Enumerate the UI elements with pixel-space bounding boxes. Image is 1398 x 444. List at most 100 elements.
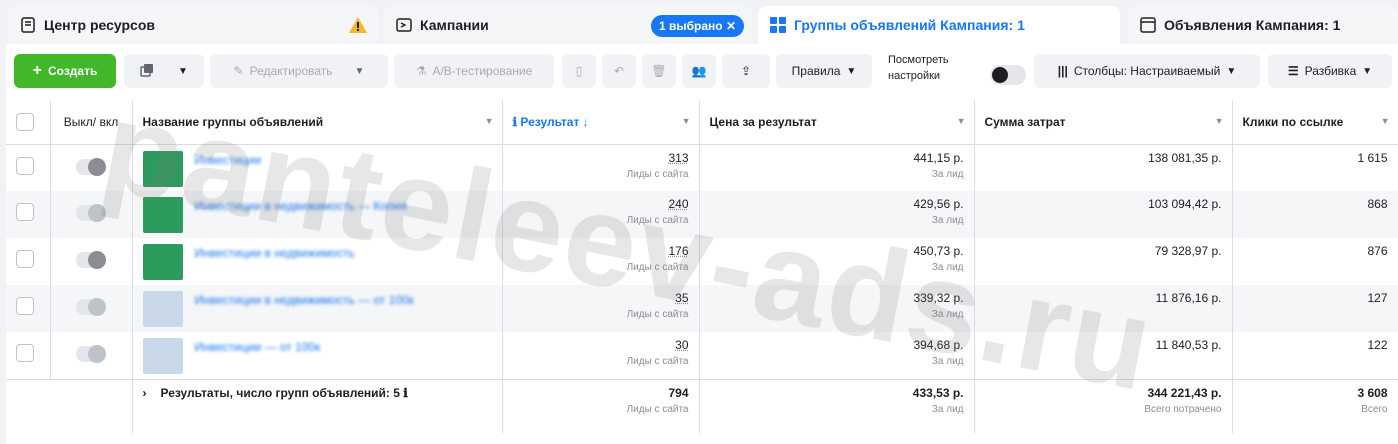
total-result-sub: Лиды с сайта [626, 403, 689, 415]
chevron-down-icon: ▼ [1226, 65, 1237, 77]
row-clicks-cell: 868 [1232, 191, 1398, 238]
row-toggle[interactable] [76, 204, 106, 222]
spend-header[interactable]: Сумма затрат ▼ [974, 100, 1233, 145]
total-clicks-cell: 3 608 Всего [1232, 378, 1398, 433]
tab-campaigns[interactable]: Кампании 1 выбрано ✕ [384, 6, 752, 44]
columns-button[interactable]: ||| Столбцы: Настраиваемый ▼ [1034, 54, 1260, 88]
cpr-header[interactable]: Цена за результат ▼ [699, 100, 975, 145]
result-sub: Лиды с сайта [626, 262, 689, 273]
spend-value: 138 081,35 р. [1148, 150, 1222, 165]
cpr-sub: За лид [931, 168, 964, 180]
select-all-checkbox[interactable] [16, 112, 34, 131]
row-toggle[interactable] [76, 345, 106, 363]
table-row[interactable]: Инвестиции в недвижимость — от 100к 35 Ли… [6, 285, 1398, 332]
select-all-header[interactable] [6, 100, 51, 145]
chevron-right-icon[interactable]: › [143, 386, 147, 400]
row-checkbox[interactable] [16, 344, 34, 362]
result-value: 176 [668, 244, 689, 258]
row-checkbox[interactable] [16, 297, 34, 315]
preview-button[interactable]: ▯ [562, 54, 596, 88]
plus-icon: + [32, 62, 42, 79]
table-row[interactable]: Инвестиции в недвижимость — Копия 240 Лид… [6, 191, 1398, 238]
cpr-sub: За лид [931, 356, 964, 367]
breakdown-icon: ☰ [1287, 64, 1299, 78]
table-row[interactable]: Инвестиции — от 100к 30 Лиды с сайта 394,… [6, 332, 1398, 379]
cpr-value: 339,32 р. [913, 291, 964, 305]
breakdown-label: Разбивка [1304, 64, 1357, 78]
row-checkbox[interactable] [16, 156, 34, 175]
audience-button[interactable]: 👥 [682, 54, 716, 88]
total-clicks-sub: Всего [1361, 403, 1388, 415]
row-toggle-cell [50, 191, 133, 238]
export-button[interactable]: ⇪ [722, 54, 770, 88]
total-label: Результаты, число групп объявлений: 5 [160, 385, 400, 400]
clicks-header[interactable]: Клики по ссылке ▼ [1232, 100, 1398, 145]
row-toggle-cell [50, 238, 133, 285]
toolbar: + Создать ▼ ✎ Редактировать ▼ ⚗ A/B-тест… [6, 44, 1398, 100]
row-cpr-cell: 441,15 р. За лид [699, 144, 975, 191]
row-result-cell: 313 Лиды с сайта [502, 144, 700, 191]
row-name-cell: Инвестиции в недвижимость [132, 238, 503, 285]
row-result-cell: 176 Лиды с сайта [502, 238, 700, 285]
result-sub: Лиды с сайта [626, 215, 689, 226]
undo-button[interactable]: ↶ [602, 54, 636, 88]
warning-icon[interactable] [348, 16, 368, 34]
row-toggle[interactable] [76, 298, 106, 316]
total-cpr-sub: За лид [931, 403, 964, 415]
total-spend-value: 344 221,43 р. [1147, 385, 1222, 400]
tab-ads[interactable]: Объявления Кампания: 1 [1128, 6, 1398, 44]
toggle-knob [88, 204, 106, 222]
chevron-down-icon: ▼ [846, 65, 857, 77]
row-toggle[interactable] [76, 251, 106, 269]
table-row[interactable]: Инвестиции 313 Лиды с сайта 441,15 р. За л… [6, 144, 1398, 191]
adset-name-link[interactable]: Инвестиции в недвижимость — от 100к [143, 291, 492, 307]
cpr-sub: За лид [931, 309, 964, 320]
row-spend-cell: 11 876,16 р. [974, 285, 1233, 332]
chevron-down-icon: ▼ [1362, 65, 1373, 77]
tab-adsets[interactable]: Группы объявлений Кампания: 1 [758, 6, 1120, 44]
view-settings-toggle[interactable] [990, 65, 1026, 85]
tab-label: Кампании [420, 17, 489, 33]
result-sub: Лиды с сайта [626, 356, 689, 367]
row-clicks-cell: 876 [1232, 238, 1398, 285]
result-sub: Лиды с сайта [626, 309, 689, 320]
selection-badge[interactable]: 1 выбрано ✕ [650, 15, 744, 37]
row-select-cell [6, 144, 51, 191]
columns-icon: ||| [1057, 64, 1068, 78]
duplicate-button[interactable]: ▼ [124, 54, 204, 88]
ad-icon [1140, 17, 1156, 33]
cpr-value: 450,73 р. [913, 244, 964, 258]
name-header[interactable]: Название группы объявлений ▼ [132, 100, 503, 145]
delete-button[interactable]: 🗑 [642, 54, 676, 88]
row-checkbox[interactable] [16, 250, 34, 268]
row-select-cell [6, 238, 51, 285]
row-spend-cell: 79 328,97 р. [974, 238, 1233, 285]
row-result-cell: 240 Лиды с сайта [502, 191, 700, 238]
toggle-header-label: Выкл/ вкл [63, 114, 119, 129]
table-row[interactable]: Инвестиции в недвижимость 176 Лиды с сайт… [6, 238, 1398, 285]
clipboard-icon: ▯ [575, 64, 583, 78]
tab-resource-center[interactable]: Центр ресурсов [8, 6, 378, 44]
adset-name-link[interactable]: Инвестиции [143, 151, 492, 167]
result-header[interactable]: ℹ Результат ↓ ▼ [502, 100, 700, 145]
adsets-table: Выкл/ вкл Название группы объявлений ▼ ℹ … [6, 100, 1398, 433]
total-spend-sub: Всего потрачено [1144, 403, 1222, 415]
clicks-value: 1 615 [1357, 150, 1388, 165]
export-icon: ⇪ [740, 64, 752, 78]
adset-name-link[interactable]: Инвестиции — от 100к [143, 338, 492, 354]
breakdown-button[interactable]: ☰ Разбивка ▼ [1268, 54, 1392, 88]
adset-name-link[interactable]: Инвестиции в недвижимость [143, 244, 492, 260]
rules-button[interactable]: Правила ▼ [776, 54, 872, 88]
row-cpr-cell: 450,73 р. За лид [699, 238, 975, 285]
adset-name-link[interactable]: Инвестиции в недвижимость — Копия [143, 197, 492, 213]
row-toggle[interactable] [76, 157, 106, 176]
cpr-value: 429,56 р. [913, 197, 964, 211]
view-settings-line2: настройки [888, 70, 941, 82]
edit-button[interactable]: ✎ Редактировать ▼ [210, 54, 388, 88]
row-checkbox[interactable] [16, 203, 34, 221]
create-button[interactable]: + Создать [14, 54, 116, 88]
row-select-cell [6, 332, 51, 379]
info-icon[interactable]: ℹ [403, 386, 408, 400]
total-cpr-value: 433,53 р. [912, 385, 964, 400]
ab-test-button[interactable]: ⚗ A/B-тестирование [394, 54, 554, 88]
